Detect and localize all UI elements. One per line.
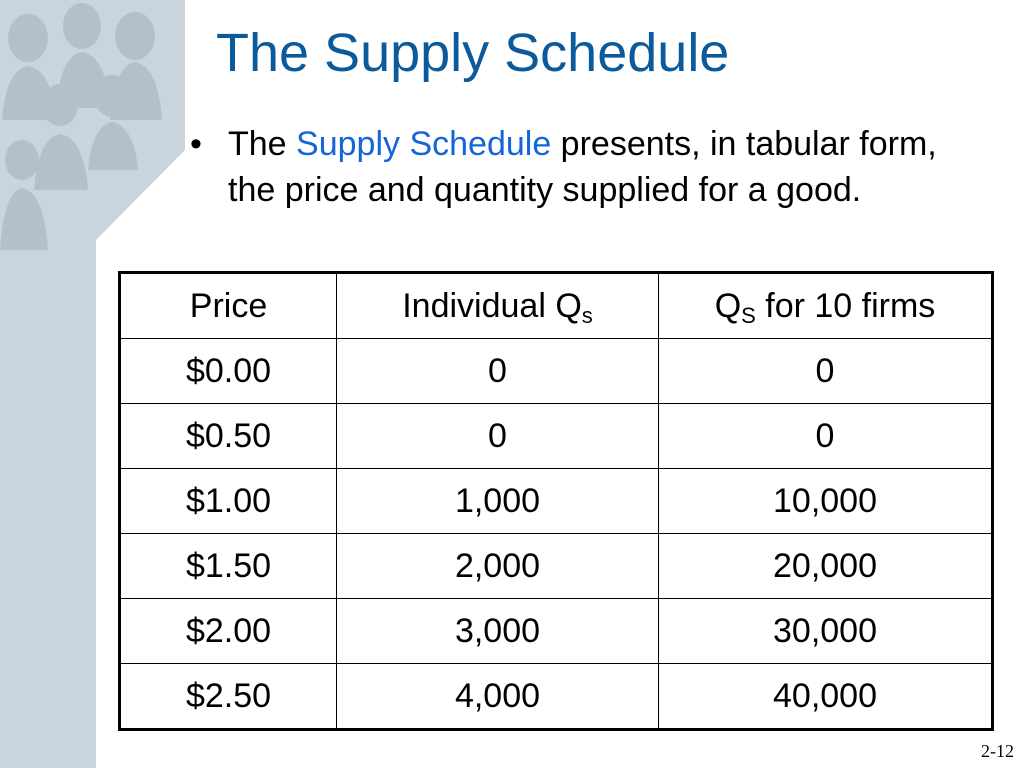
header-firms-q: Q xyxy=(714,287,742,325)
cell-individual-qs: 0 xyxy=(336,403,659,469)
header-individual-label: Individual Q xyxy=(402,287,582,325)
cell-qs-10-firms: 30,000 xyxy=(658,598,993,664)
bullet-dot: • xyxy=(190,125,202,163)
slide-number: 2-12 xyxy=(981,741,1014,761)
table-row: $0.00 0 0 xyxy=(119,338,993,404)
header-individual-subscript: s xyxy=(581,303,593,328)
header-price: Price xyxy=(119,272,337,339)
table-row: $1.50 2,000 20,000 xyxy=(119,533,993,599)
cell-individual-qs: 1,000 xyxy=(336,468,659,534)
header-qs-10-firms: QS for 10 firms xyxy=(658,272,993,339)
slide-title: The Supply Schedule xyxy=(216,23,730,83)
cell-price: $1.00 xyxy=(119,468,337,534)
cell-qs-10-firms: 0 xyxy=(658,403,993,469)
table-row: $0.50 0 0 xyxy=(119,403,993,469)
header-firms-subscript: S xyxy=(741,303,756,328)
table-row: $1.00 1,000 10,000 xyxy=(119,468,993,534)
table-header-row: Price Individual Qs QS for 10 firms xyxy=(119,272,993,339)
cell-price: $0.50 xyxy=(119,403,337,469)
cell-qs-10-firms: 20,000 xyxy=(658,533,993,599)
table-row: $2.00 3,000 30,000 xyxy=(119,598,993,664)
cell-individual-qs: 4,000 xyxy=(336,663,659,730)
cell-individual-qs: 2,000 xyxy=(336,533,659,599)
cell-individual-qs: 0 xyxy=(336,338,659,404)
table-row: $2.50 4,000 40,000 xyxy=(119,663,993,730)
cell-qs-10-firms: 10,000 xyxy=(658,468,993,534)
cell-price: $0.00 xyxy=(119,338,337,404)
bullet-text: The Supply Schedule presents, in tabular… xyxy=(228,121,980,213)
cell-price: $1.50 xyxy=(119,533,337,599)
cell-qs-10-firms: 40,000 xyxy=(658,663,993,730)
cell-price: $2.50 xyxy=(119,663,337,730)
header-firms-rest: for 10 firms xyxy=(755,287,936,325)
bullet-text-before: The xyxy=(228,125,297,163)
cell-individual-qs: 3,000 xyxy=(336,598,659,664)
supply-schedule-table: Price Individual Qs QS for 10 firms $0.0… xyxy=(118,271,994,731)
supply-schedule-term: Supply Schedule xyxy=(296,125,552,163)
cell-qs-10-firms: 0 xyxy=(658,338,993,404)
cell-price: $2.00 xyxy=(119,598,337,664)
header-individual-qs: Individual Qs xyxy=(336,272,659,339)
